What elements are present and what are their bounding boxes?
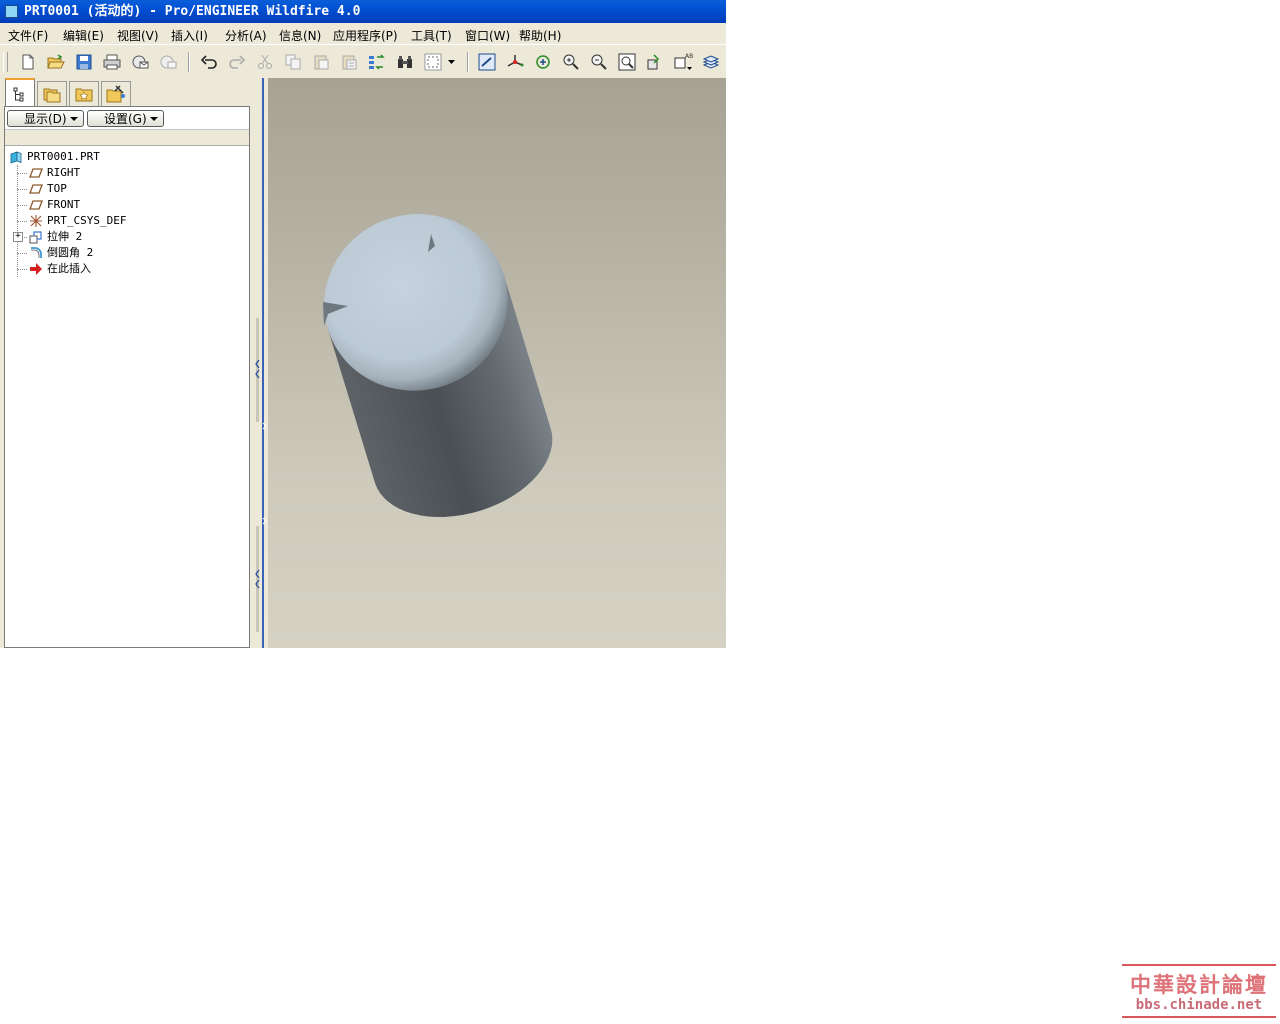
- tree-item-csys[interactable]: PRT_CSYS_DEF: [5, 213, 245, 229]
- open-folder-icon[interactable]: [45, 51, 67, 73]
- menu-edit[interactable]: 编辑(E): [63, 27, 104, 44]
- layers-icon[interactable]: [700, 51, 722, 73]
- toolbar-grip[interactable]: [3, 52, 8, 72]
- menu-help[interactable]: 帮助(H): [519, 27, 561, 44]
- svg-text:AB: AB: [685, 53, 693, 60]
- tree-item-top[interactable]: TOP: [5, 181, 245, 197]
- folder-browser-icon[interactable]: [37, 81, 67, 106]
- main-toolbar: AB: [0, 46, 726, 78]
- selection-box-icon[interactable]: [422, 51, 444, 73]
- menu-bar: 文件(F) 编辑(E) 视图(V) 插入(I) 分析(A) 信息(N) 应用程序…: [0, 23, 726, 45]
- part-icon: [10, 151, 22, 164]
- tree-item-right[interactable]: RIGHT: [5, 165, 245, 181]
- menu-tools[interactable]: 工具(T): [411, 27, 452, 44]
- tree-item-label: TOP: [47, 182, 67, 195]
- panel-splitter[interactable]: [250, 78, 268, 648]
- tree-item-insert-here[interactable]: 在此插入: [5, 261, 245, 277]
- repaint-icon[interactable]: [476, 51, 498, 73]
- coordinate-system-icon: [30, 215, 42, 227]
- menu-window[interactable]: 窗口(W): [465, 27, 510, 44]
- settings-dropdown-button[interactable]: 设置(G): [87, 110, 164, 127]
- toolbar-separator: [467, 52, 469, 72]
- saved-views-icon[interactable]: AB: [672, 51, 694, 73]
- zoom-in-icon[interactable]: [560, 51, 582, 73]
- tree-item-label: 倒圆角 2: [47, 246, 94, 259]
- round-icon: [31, 247, 42, 258]
- insert-here-arrow-icon: [30, 263, 42, 275]
- toolbar-separator: [188, 52, 190, 72]
- settings-button-label: 设置(G): [104, 112, 147, 126]
- tree-item-round[interactable]: 倒圆角 2: [5, 245, 245, 261]
- show-dropdown-button[interactable]: 显示(D): [7, 110, 84, 127]
- undo-icon[interactable]: [198, 51, 220, 73]
- close-window-icon[interactable]: [157, 51, 179, 73]
- expand-toggle-icon[interactable]: +: [13, 232, 23, 242]
- datum-plane-icon: [29, 200, 43, 210]
- extrude-icon: [29, 231, 42, 244]
- forum-watermark-logo: 中華設計論壇 bbs.chinade.net: [1122, 964, 1276, 1018]
- new-file-icon[interactable]: [17, 51, 39, 73]
- tree-item-front[interactable]: FRONT: [5, 197, 245, 213]
- send-mail-icon[interactable]: [129, 51, 151, 73]
- menu-insert[interactable]: 插入(I): [171, 27, 208, 44]
- tree-column-header[interactable]: [5, 129, 249, 146]
- datum-plane-icon: [29, 184, 43, 194]
- tree-root-label: PRT0001.PRT: [27, 150, 100, 163]
- regenerate-icon[interactable]: [366, 51, 388, 73]
- splitter-grip-icon: [255, 318, 260, 632]
- menu-file[interactable]: 文件(F): [8, 27, 48, 44]
- dropdown-arrow-icon[interactable]: [445, 51, 459, 73]
- save-icon[interactable]: [73, 51, 95, 73]
- tree-item-label: PRT_CSYS_DEF: [47, 214, 127, 227]
- watermark-url: bbs.chinade.net: [1135, 997, 1263, 1013]
- zoom-out-icon[interactable]: [588, 51, 610, 73]
- orient-icon[interactable]: [532, 51, 554, 73]
- title-bar[interactable]: PRT0001 (活动的) - Pro/ENGINEER Wildfire 4.…: [0, 0, 726, 23]
- model-tree-panel: 显示(D) 设置(G) PRT0001.PRT RIGHT TOP FRONT …: [4, 106, 250, 648]
- cylinder-part-model: [323, 214, 553, 518]
- app-window: PRT0001 (活动的) - Pro/ENGINEER Wildfire 4.…: [0, 0, 726, 648]
- show-button-label: 显示(D): [24, 112, 67, 126]
- datum-plane-icon: [29, 168, 43, 178]
- watermark-title: 中華設計論壇: [1130, 973, 1268, 997]
- favorites-icon[interactable]: [69, 81, 99, 106]
- navigator-tabs: [0, 78, 252, 107]
- tree-item-label: FRONT: [47, 198, 81, 211]
- view-manager-icon[interactable]: [644, 51, 666, 73]
- copy-icon[interactable]: [282, 51, 304, 73]
- refit-icon[interactable]: [616, 51, 638, 73]
- paste-icon[interactable]: [310, 51, 332, 73]
- chevron-down-icon: [70, 117, 78, 121]
- spin-center-icon[interactable]: [504, 51, 526, 73]
- menu-view[interactable]: 视图(V): [117, 27, 159, 44]
- app-icon: [5, 5, 18, 18]
- model-tree-icon[interactable]: [5, 78, 35, 107]
- graphics-viewport[interactable]: [268, 78, 726, 648]
- tree-item-label: 拉伸 2: [47, 230, 83, 243]
- redo-icon[interactable]: [226, 51, 248, 73]
- window-title: PRT0001 (活动的) - Pro/ENGINEER Wildfire 4.…: [24, 4, 361, 19]
- menu-analysis[interactable]: 分析(A): [225, 27, 267, 44]
- find-icon[interactable]: [394, 51, 416, 73]
- cut-icon[interactable]: [254, 51, 276, 73]
- chevron-down-icon: [150, 117, 158, 121]
- menu-applications[interactable]: 应用程序(P): [333, 27, 398, 44]
- tree-item-label: RIGHT: [47, 166, 81, 179]
- menu-info[interactable]: 信息(N): [279, 27, 321, 44]
- tree-item-extrude[interactable]: + 拉伸 2: [5, 229, 245, 245]
- tree-item-label: 在此插入: [47, 262, 91, 275]
- connections-icon[interactable]: [101, 81, 131, 106]
- print-icon[interactable]: [101, 51, 123, 73]
- tree-root-part[interactable]: PRT0001.PRT: [5, 149, 245, 165]
- paste-special-icon[interactable]: [338, 51, 360, 73]
